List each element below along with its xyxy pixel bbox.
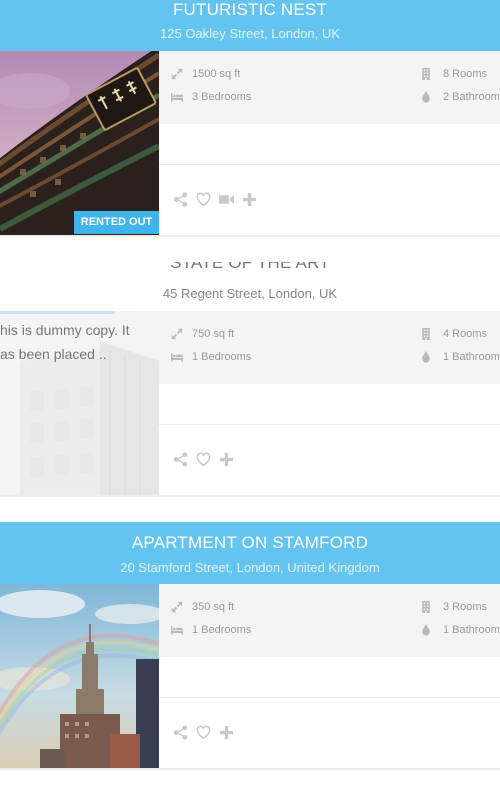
bathrooms-spec: 1 Bathrooms (420, 351, 500, 363)
share-icon[interactable] (173, 192, 188, 207)
building-icon (420, 68, 432, 80)
area-value: 750 sq ft (192, 328, 235, 340)
listing-header: FUTURISTIC NEST 125 Oakley Street, Londo… (0, 0, 500, 51)
bedrooms-spec: 1 Bedrooms (171, 351, 251, 363)
description-line: his is dummy copy. It (0, 322, 130, 338)
bathrooms-spec: 1 Bathrooms (420, 624, 500, 636)
action-bar (173, 192, 257, 207)
heart-icon[interactable] (196, 725, 211, 740)
plus-icon[interactable] (219, 725, 234, 740)
building-icon (420, 601, 432, 613)
listing-title[interactable]: STATE OF THE ART (0, 262, 500, 273)
bedrooms-value: 3 Bedrooms (192, 91, 252, 103)
bathrooms-value: 1 Bathrooms (443, 624, 500, 636)
bed-icon (171, 91, 183, 103)
bed-icon (171, 624, 183, 636)
bedrooms-value: 1 Bedrooms (192, 624, 252, 636)
listing-title[interactable]: APARTMENT ON STAMFORD (0, 533, 500, 553)
resize-icon (171, 328, 183, 340)
rooms-value: 4 Rooms (443, 328, 488, 340)
specs-panel: 1500 sq ft 3 Bedrooms 8 Rooms 2 Bathroom… (159, 51, 500, 124)
bedrooms-value: 1 Bedrooms (192, 351, 252, 363)
action-bar (173, 725, 234, 740)
rooms-spec: 4 Rooms (420, 328, 487, 340)
rooms-value: 8 Rooms (443, 68, 488, 80)
bed-icon (171, 351, 183, 363)
share-icon[interactable] (173, 725, 188, 740)
water-drop-icon (420, 351, 432, 363)
rooms-value: 3 Rooms (443, 601, 488, 613)
bathrooms-value: 1 Bathrooms (443, 351, 500, 363)
rented-out-badge: RENTED OUT (74, 211, 159, 234)
card-bottom-border (0, 768, 500, 770)
building-icon (420, 328, 432, 340)
description-overlay: his is dummy copy. It as been placed .. (0, 318, 159, 366)
divider (159, 164, 500, 165)
property-image[interactable] (0, 51, 159, 235)
bedrooms-spec: 3 Bedrooms (171, 91, 251, 103)
specs-panel: 750 sq ft 1 Bedrooms 4 Rooms 1 Bathrooms (159, 311, 500, 384)
card-bottom-border (0, 495, 500, 497)
listing-address: 45 Regent Street, London, UK (162, 286, 338, 301)
heart-icon[interactable] (196, 452, 211, 467)
divider (159, 424, 500, 425)
resize-icon (171, 68, 183, 80)
area-value: 350 sq ft (192, 601, 235, 613)
plus-icon[interactable] (219, 452, 234, 467)
share-icon[interactable] (173, 452, 188, 467)
area-value: 1500 sq ft (192, 68, 241, 80)
action-bar (173, 452, 234, 467)
listing-address: 125 Oakley Street, London, UK (160, 26, 340, 41)
resize-icon (171, 601, 183, 613)
area-spec: 350 sq ft (171, 601, 234, 613)
description-line: as been placed .. (0, 346, 107, 362)
water-drop-icon (420, 91, 432, 103)
water-drop-icon (420, 624, 432, 636)
city-rainbow-photo (0, 584, 159, 768)
heart-icon[interactable] (196, 192, 211, 207)
plus-icon[interactable] (242, 192, 257, 207)
card-bottom-border (0, 235, 500, 237)
specs-panel: 350 sq ft 1 Bedrooms 3 Rooms 1 Bathrooms (159, 584, 500, 657)
bathrooms-spec: 2 Bathrooms (420, 91, 500, 103)
property-image[interactable] (0, 584, 159, 768)
listing-header: STATE OF THE ART 45 Regent Street, Londo… (0, 262, 500, 311)
bathrooms-value: 2 Bathrooms (443, 91, 500, 103)
video-icon[interactable] (219, 192, 234, 207)
divider (159, 697, 500, 698)
rooms-spec: 8 Rooms (420, 68, 487, 80)
listing-header: APARTMENT ON STAMFORD 20 Stamford Street… (0, 522, 500, 584)
bedrooms-spec: 1 Bedrooms (171, 624, 251, 636)
rooms-spec: 3 Rooms (420, 601, 487, 613)
listing-address: 20 Stamford Street, London, United Kingd… (120, 560, 380, 575)
listing-title[interactable]: FUTURISTIC NEST (0, 0, 500, 20)
area-spec: 1500 sq ft (171, 68, 240, 80)
pagoda-photo (0, 51, 159, 235)
area-spec: 750 sq ft (171, 328, 234, 340)
